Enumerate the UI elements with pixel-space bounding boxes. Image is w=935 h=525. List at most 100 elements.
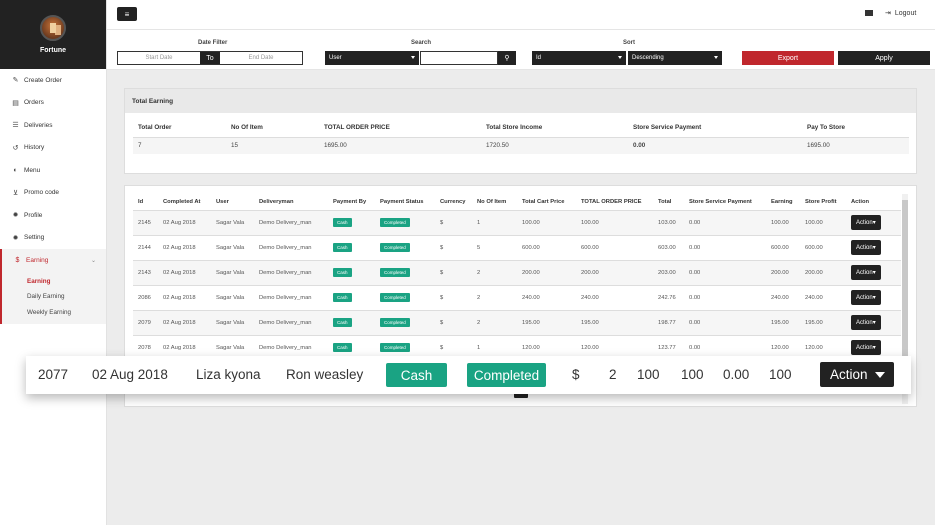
search-type-select[interactable]: User	[325, 51, 419, 65]
orders-table: Id Completed At User Deliveryman Payment…	[133, 194, 901, 360]
status-badge: Completed	[380, 218, 410, 227]
start-date-input[interactable]: Start Date	[118, 52, 200, 64]
cell-id: 2077	[38, 367, 69, 382]
menu-toggle-button[interactable]: ≡	[117, 7, 137, 21]
cell-payment-by: Cash	[328, 284, 375, 310]
submenu-item-earning[interactable]: Earning	[2, 274, 106, 290]
cell-currency: $	[435, 209, 472, 235]
column-header: Store Profit	[805, 198, 837, 205]
cell-date: 02 Aug 2018	[158, 284, 211, 310]
action-dropdown-button[interactable]: Action▾	[851, 215, 881, 230]
cell-total: 103.00	[653, 209, 684, 235]
cell-payment-status: Completed	[375, 309, 435, 335]
action-dropdown-button[interactable]: Action	[820, 362, 894, 387]
table-row: 2143 02 Aug 2018 Sagar Vala Demo Deliver…	[133, 259, 901, 285]
status-badge: Completed	[467, 363, 546, 387]
sort-order-select[interactable]: Descending	[628, 51, 722, 65]
cell-store-profit: 100.00	[800, 209, 846, 235]
action-dropdown-button[interactable]: Action▾	[851, 340, 881, 356]
payment-method-badge: Cash	[333, 218, 352, 227]
sidebar-item-setting[interactable]: ✹ Setting	[0, 227, 106, 250]
export-button[interactable]: Export	[742, 51, 834, 65]
column-header: User	[216, 198, 229, 205]
date-range: Start Date To End Date	[117, 51, 303, 65]
sidebar-item-promo-code[interactable]: ⊻ Promo code	[0, 182, 106, 205]
sidebar-item-history[interactable]: ↺ History	[0, 137, 106, 160]
cell-date: 02 Aug 2018	[158, 259, 211, 285]
to-label: To	[200, 52, 220, 64]
sidebar-item-orders[interactable]: ▤ Orders	[0, 92, 106, 115]
caret-down-icon: ▾	[872, 345, 876, 352]
cell-service-payment: 0.00	[684, 284, 766, 310]
cell-payment-status: Completed	[375, 234, 435, 260]
sort-label: Sort	[623, 40, 635, 46]
cell-cart-price: 100	[637, 367, 660, 382]
action-dropdown-button[interactable]: Action▾	[851, 290, 881, 305]
action-label: Action	[856, 245, 873, 251]
column-header: TOTAL ORDER PRICE	[324, 124, 390, 132]
column-header: Store Service Payment	[689, 198, 752, 205]
apply-button[interactable]: Apply	[838, 51, 930, 65]
cell-total: 242.76	[653, 284, 684, 310]
cell-id: 2086	[133, 284, 158, 310]
edit-icon: ✎	[12, 77, 19, 85]
column-header: Payment Status	[380, 198, 424, 205]
sidebar-item-profile[interactable]: ✹ Profile	[0, 204, 106, 227]
cell-action: Action▾	[846, 209, 901, 235]
cell-payment-status: Completed	[375, 209, 435, 235]
chevron-down-icon	[618, 56, 622, 59]
column-header: No Of Item	[477, 198, 507, 205]
column-header: No Of Item	[231, 124, 263, 132]
cell-total: 198.77	[653, 309, 684, 335]
cell-order-price: 240.00	[576, 284, 653, 310]
submenu-item-daily-earning[interactable]: Daily Earning	[2, 289, 106, 305]
cell-items: 1	[472, 209, 517, 235]
cell-action: Action▾	[846, 259, 901, 285]
sidebar-item-label: Menu	[24, 166, 41, 174]
sidebar-item-label: Earning	[26, 256, 49, 264]
table-row: 2144 02 Aug 2018 Sagar Vala Demo Deliver…	[133, 234, 901, 260]
cell-currency: $	[435, 309, 472, 335]
end-date-input[interactable]: End Date	[220, 52, 302, 64]
dollar-icon: $	[15, 256, 20, 264]
sidebar-item-earning[interactable]: $ Earning ⌄	[0, 249, 106, 272]
status-badge: Completed	[380, 243, 410, 252]
summary-cell: 15	[226, 136, 319, 154]
action-dropdown-button[interactable]: Action▾	[851, 240, 881, 255]
cell-user: Sagar Vala	[211, 234, 254, 260]
summary-cell: 1695.00	[802, 136, 909, 154]
cell-service-payment: 0.00	[684, 209, 766, 235]
sidebar-item-label: History	[24, 144, 45, 152]
cell-service-payment: 0.00	[723, 367, 750, 382]
cell-payment-status: Completed	[375, 284, 435, 310]
brand[interactable]: Fortune	[0, 0, 106, 69]
logout-link[interactable]: ⇥ Logout	[885, 9, 916, 18]
action-label: Action	[856, 295, 873, 301]
action-dropdown-button[interactable]: Action▾	[851, 315, 881, 330]
cell-date: 02 Aug 2018	[92, 367, 168, 382]
cell-id: 2144	[133, 234, 158, 260]
column-header: Store Service Payment	[633, 124, 702, 132]
cell-earning: 240.00	[766, 284, 800, 310]
scrollbar-thumb[interactable]	[902, 200, 908, 360]
cell-total: 603.00	[653, 234, 684, 260]
action-dropdown-button[interactable]: Action▾	[851, 265, 881, 280]
sidebar-item-label: Orders	[24, 99, 44, 107]
cell-order-price: 600.00	[576, 234, 653, 260]
sidebar-item-create-order[interactable]: ✎ Create Order	[0, 69, 106, 92]
summary-row: 7 15 1695.00 1720.50 0.00 1695.00	[133, 136, 909, 154]
cell-service-payment: 0.00	[684, 259, 766, 285]
submenu-item-weekly-earning[interactable]: Weekly Earning	[2, 305, 106, 321]
table-row: 2145 02 Aug 2018 Sagar Vala Demo Deliver…	[133, 209, 901, 235]
cell-user: Sagar Vala	[211, 209, 254, 235]
sort-field-select[interactable]: Id	[532, 51, 626, 65]
search-input[interactable]	[420, 51, 498, 65]
mail-icon[interactable]	[865, 10, 873, 16]
cell-items: 5	[472, 234, 517, 260]
search-button[interactable]: ⚲	[498, 51, 516, 65]
column-header: Total Cart Price	[522, 198, 565, 205]
cell-earning: 100.00	[766, 209, 800, 235]
column-header: Action	[851, 198, 870, 205]
sidebar-item-menu[interactable]: ◐ Menu	[0, 159, 106, 182]
sidebar-item-deliveries[interactable]: ☰ Deliveries	[0, 114, 106, 137]
